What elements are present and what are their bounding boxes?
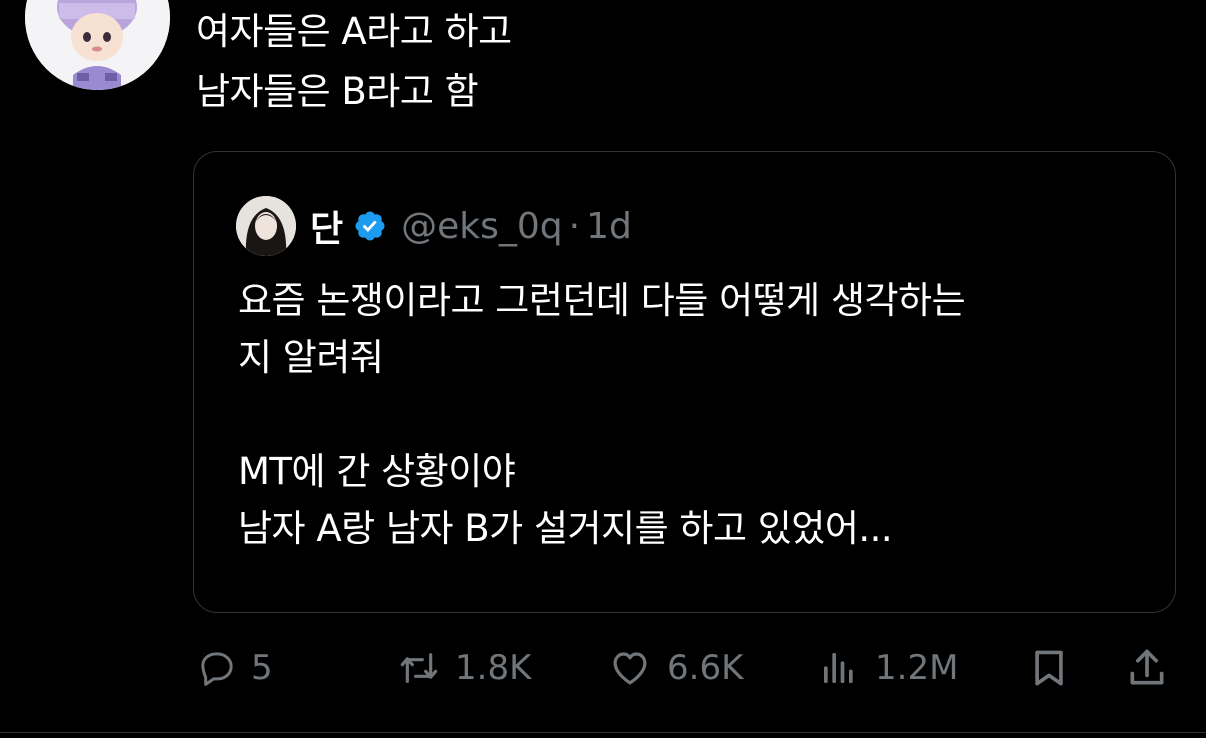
views-button[interactable]: 1.2M (817, 640, 958, 696)
share-button[interactable] (1125, 640, 1169, 696)
views-icon (817, 648, 861, 688)
heart-icon (607, 647, 653, 689)
reply-button[interactable]: 5 (197, 640, 273, 696)
bookmark-button[interactable] (1027, 640, 1071, 696)
repost-icon (397, 648, 441, 688)
quoted-body-line: 지 알려줘 (238, 336, 384, 379)
like-button[interactable]: 6.6K (607, 640, 743, 696)
views-count: 1.2M (875, 648, 959, 688)
quoted-body-line: MT에 간 상황이야 (238, 450, 516, 493)
quoted-author-name[interactable]: 단 (310, 200, 343, 252)
quoted-post-header: 단 @eks_0q · 1d (236, 196, 632, 256)
like-count: 6.6K (667, 648, 744, 688)
quoted-body-line (238, 386, 1158, 443)
bookmark-icon (1027, 645, 1071, 691)
divider (0, 732, 1206, 733)
repost-button[interactable]: 1.8K (397, 640, 531, 696)
reply-count: 5 (251, 648, 273, 688)
quoted-body-line: 요즘 논쟁이라고 그런던데 다들 어떻게 생각하는 (238, 279, 966, 322)
verified-badge-icon (353, 209, 387, 243)
quoted-post-time[interactable]: 1d (586, 206, 632, 247)
quoted-post-body: 요즘 논쟁이라고 그런던데 다들 어떻게 생각하는 지 알려줘 MT에 간 상황… (238, 272, 1158, 557)
post-text: 여자들은 A라고 하고 남자들은 B라고 함 (196, 2, 512, 122)
share-icon (1125, 645, 1169, 691)
post-action-bar: 5 1.8K 6.6K 1.2M (197, 640, 1177, 696)
quoted-author-handle[interactable]: @eks_0q (401, 206, 563, 247)
quoted-body-line: 남자 A랑 남자 B가 설거지를 하고 있었어... (238, 507, 893, 550)
post-text-line: 남자들은 B라고 함 (196, 70, 479, 113)
separator-dot: · (568, 205, 581, 247)
author-avatar[interactable] (25, 0, 170, 90)
quoted-author-avatar[interactable] (236, 196, 296, 256)
reply-icon (197, 648, 237, 688)
quoted-post-card[interactable]: 단 @eks_0q · 1d 요즘 논쟁이라고 그런던데 다들 어떻게 생각하는… (193, 151, 1176, 613)
repost-count: 1.8K (455, 648, 532, 688)
post-text-line: 여자들은 A라고 하고 (196, 10, 512, 53)
